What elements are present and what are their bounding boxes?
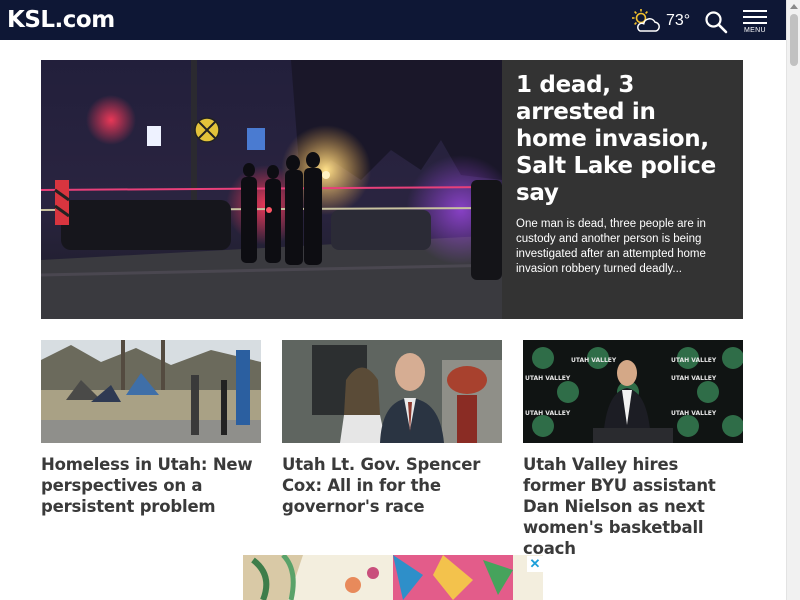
hamburger-icon — [743, 10, 767, 12]
story-headline[interactable]: Utah Lt. Gov. Spencer Cox: All in for th… — [282, 454, 502, 517]
backdrop-text-6: UTAH VALLEY — [671, 357, 717, 364]
partly-cloudy-sun-icon — [632, 9, 660, 32]
story-card[interactable]: Homeless in Utah: New perspectives on a … — [41, 340, 261, 517]
menu-label: MENU — [744, 27, 766, 34]
ad-close-button[interactable]: ✕ — [527, 556, 543, 572]
story-thumbnail[interactable] — [41, 340, 261, 443]
hamburger-bar — [743, 22, 767, 24]
menu-button[interactable]: MENU — [743, 10, 769, 36]
hero-image[interactable] — [41, 60, 502, 319]
backdrop-text-5: UTAH VALLEY — [571, 357, 617, 364]
backdrop-text-4: UTAH VALLEY — [671, 410, 717, 417]
backdrop-text-1: UTAH VALLEY — [525, 375, 571, 382]
story-card[interactable]: UTAH VALLEY UTAH VALLEY UTAH VALLEY UTAH… — [523, 340, 743, 559]
page-scrollbar[interactable] — [786, 0, 800, 600]
story-cards: Homeless in Utah: New perspectives on a … — [41, 340, 743, 558]
advertisement-banner[interactable] — [243, 555, 543, 600]
temperature: 73° — [666, 12, 691, 29]
story-thumbnail[interactable]: UTAH VALLEY UTAH VALLEY UTAH VALLEY UTAH… — [523, 340, 743, 443]
search-icon — [705, 11, 728, 34]
story-thumbnail[interactable] — [282, 340, 502, 443]
story-card[interactable]: Utah Lt. Gov. Spencer Cox: All in for th… — [282, 340, 502, 517]
search-button[interactable] — [704, 10, 728, 34]
story-headline[interactable]: Utah Valley hires former BYU assistant D… — [523, 454, 743, 559]
hero-summary: One man is dead, three people are in cus… — [516, 218, 706, 275]
hero-headline[interactable]: 1 dead, 3 arrested in home invasion, Sal… — [516, 72, 729, 207]
logo-suffix: .com — [54, 7, 116, 33]
ksl-logo[interactable]: KSL.com — [7, 6, 115, 34]
scroll-up-arrow-icon[interactable] — [790, 4, 798, 9]
hamburger-bar — [743, 16, 767, 18]
story-headline[interactable]: Homeless in Utah: New perspectives on a … — [41, 454, 261, 517]
site-header: KSL.com 73° MENU — [0, 0, 786, 40]
hero-text-panel[interactable]: 1 dead, 3 arrested in home invasion, Sal… — [502, 60, 743, 319]
backdrop-text-2: UTAH VALLEY — [671, 375, 717, 382]
logo-text: KSL — [7, 7, 55, 33]
scrollbar-thumb[interactable] — [790, 14, 798, 66]
backdrop-text-3: UTAH VALLEY — [525, 410, 571, 417]
hero-story[interactable]: 1 dead, 3 arrested in home invasion, Sal… — [41, 60, 743, 319]
weather-widget[interactable]: 73° — [630, 8, 690, 34]
